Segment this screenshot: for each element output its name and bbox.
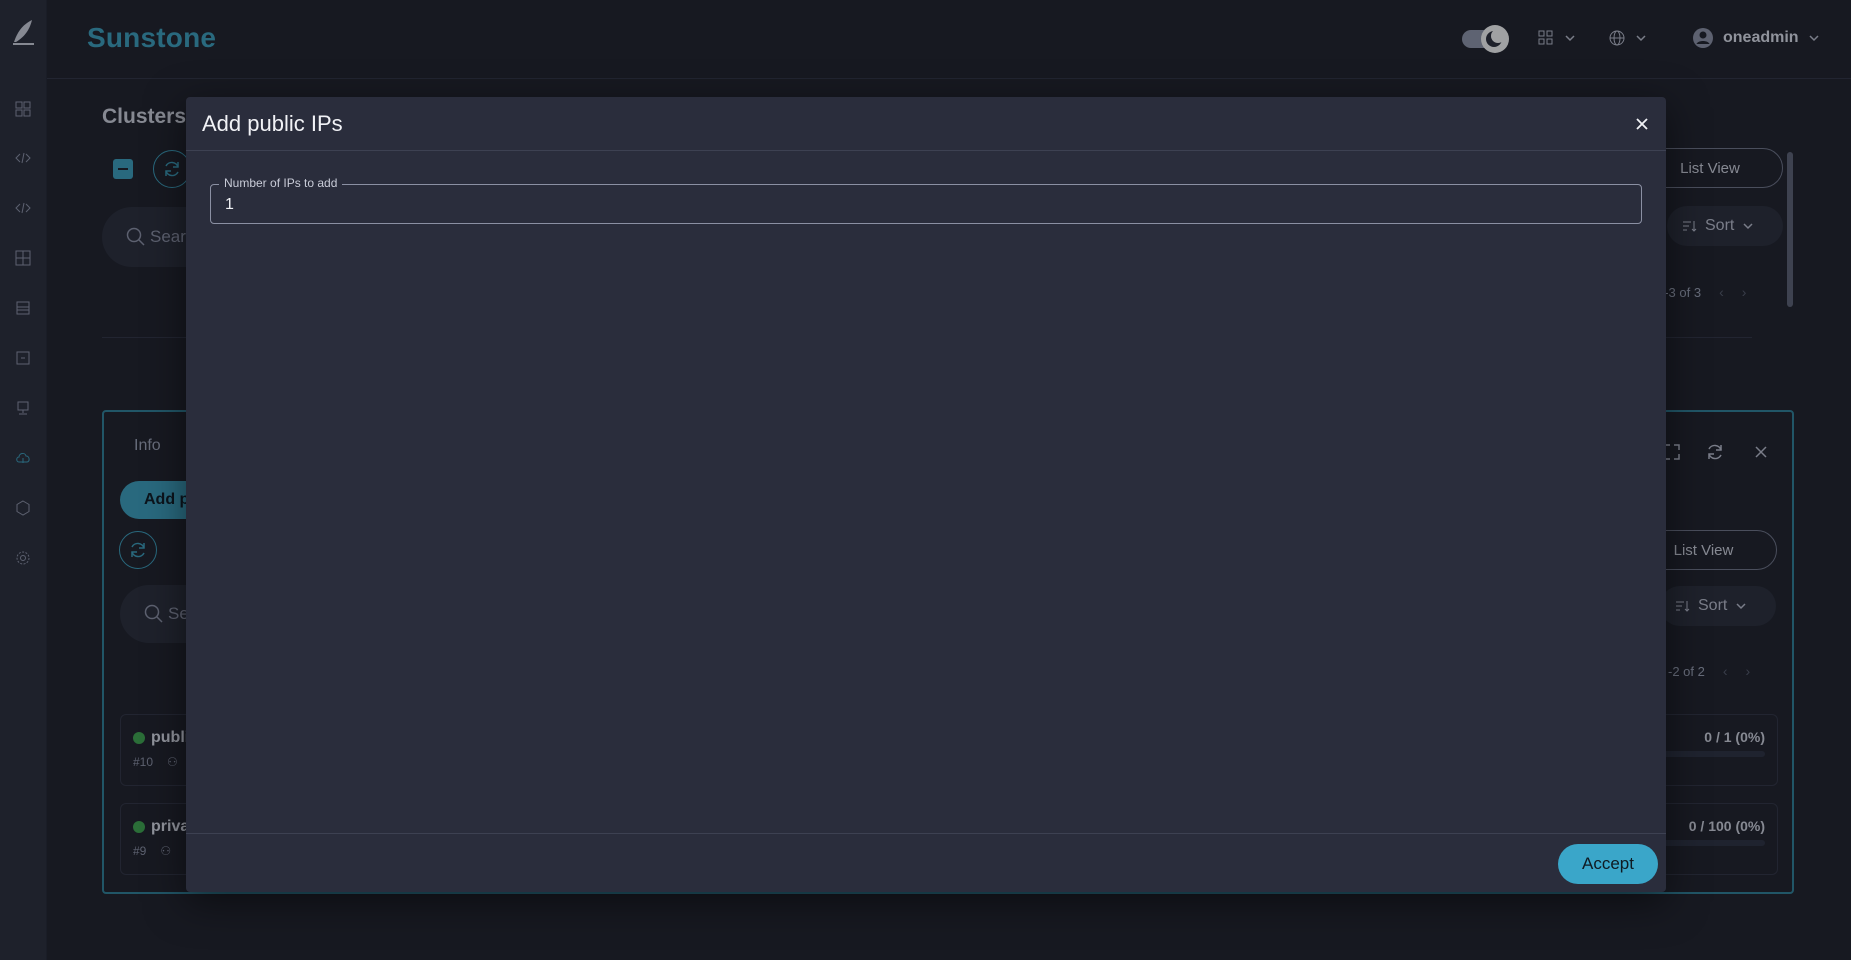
- accept-button[interactable]: Accept: [1558, 844, 1658, 884]
- close-icon: [1636, 118, 1648, 130]
- close-button[interactable]: [1632, 114, 1652, 134]
- dialog-title: Add public IPs: [202, 111, 343, 136]
- ip-count-label: Number of IPs to add: [219, 176, 343, 190]
- add-public-ips-dialog: Add public IPs Number of IPs to add Acce…: [186, 97, 1666, 892]
- ip-count-input[interactable]: [225, 194, 1625, 216]
- dialog-header: Add public IPs: [186, 97, 1666, 151]
- dialog-footer: Accept: [186, 833, 1666, 892]
- ip-count-field: Number of IPs to add: [210, 176, 1642, 224]
